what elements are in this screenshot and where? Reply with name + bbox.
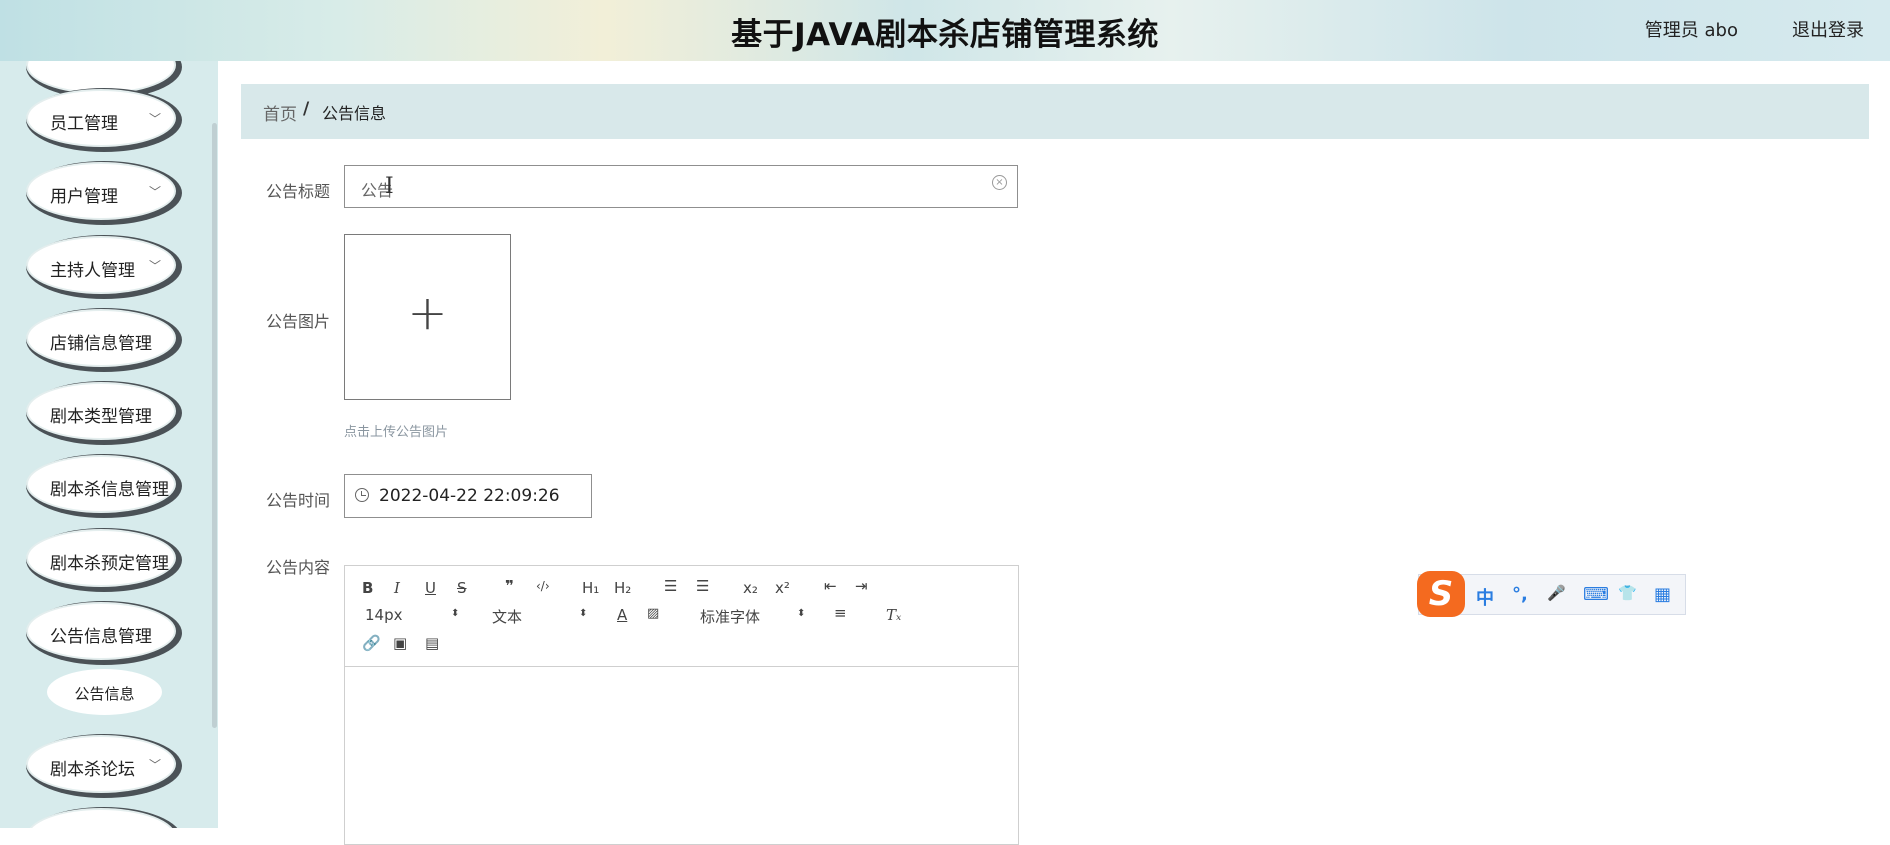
sidebar-item-staff[interactable]: 员工管理 ﹀: [26, 89, 176, 147]
clock-icon: [355, 488, 369, 502]
microphone-icon[interactable]: 🎤: [1547, 584, 1566, 602]
select-arrows-icon: ⬍: [579, 608, 588, 619]
sidebar-item-label: 店铺信息管理: [50, 334, 152, 354]
heading1-icon[interactable]: H₁: [582, 579, 599, 597]
chevron-down-icon: ﹀: [149, 185, 162, 199]
sidebar-scrollbar[interactable]: [212, 123, 217, 728]
editor-toolbar: B I U S ❞ ‹/› H₁ H₂ ☰ ☰ x₂ x² ⇤ ⇥ 14px ⬍…: [345, 566, 1018, 667]
video-icon[interactable]: ▤: [425, 634, 439, 652]
sidebar-item-label: 剧本杀论坛: [50, 760, 135, 780]
font-family-select[interactable]: 标准字体 ⬍: [700, 606, 805, 627]
code-icon[interactable]: ‹/›: [536, 579, 550, 593]
sidebar-item-label: 用户管理: [50, 187, 118, 207]
image-icon[interactable]: ▣: [393, 634, 407, 652]
logout-link[interactable]: 退出登录: [1792, 16, 1864, 42]
header-select-value: 文本: [492, 608, 523, 626]
bullet-list-icon[interactable]: ☰: [696, 577, 709, 595]
breadcrumb: 首页 / 公告信息: [241, 84, 1869, 139]
chevron-down-icon: ﹀: [149, 112, 162, 126]
heading2-icon[interactable]: H₂: [614, 579, 631, 597]
sidebar-subitem-label: 公告信息: [74, 685, 135, 703]
time-picker[interactable]: 2022-04-22 22:09:26: [344, 474, 592, 518]
underline-icon[interactable]: U: [425, 579, 436, 597]
link-icon[interactable]: 🔗: [362, 634, 381, 652]
title-input[interactable]: 公告 I ×: [344, 165, 1018, 208]
outdent-icon[interactable]: ⇤: [824, 577, 837, 595]
title-label: 公告标题: [266, 182, 331, 201]
toolbox-icon[interactable]: ▦: [1654, 584, 1671, 605]
content-label: 公告内容: [266, 558, 331, 577]
breadcrumb-home[interactable]: 首页: [263, 100, 297, 125]
app-title: 基于JAVA剧本杀店铺管理系统: [731, 17, 1159, 53]
superscript-icon[interactable]: x²: [775, 579, 790, 597]
sidebar-item-label: 剧本类型管理: [50, 407, 152, 427]
select-arrows-icon: ⬍: [797, 608, 806, 619]
time-picker-value: 2022-04-22 22:09:26: [379, 486, 560, 506]
ime-toolbar: S 中 °, 🎤 ⌨ 👕 ▦: [1417, 571, 1686, 617]
sidebar-item-users[interactable]: 用户管理 ﹀: [26, 162, 176, 220]
image-upload-hint: 点击上传公告图片: [344, 425, 449, 440]
sidebar-item-label: 公告信息管理: [50, 627, 152, 647]
sidebar-item-script-types[interactable]: 剧本类型管理: [26, 382, 176, 440]
sogou-logo-icon: S: [1417, 571, 1465, 617]
align-icon[interactable]: ≡: [834, 604, 847, 622]
chevron-down-icon: ﹀: [149, 758, 162, 772]
sidebar-item-reservations[interactable]: 剧本杀预定管理: [26, 529, 176, 587]
clear-format-icon[interactable]: Tₓ: [886, 606, 901, 624]
chevron-down-icon: ﹀: [149, 259, 162, 273]
select-arrows-icon: ⬍: [451, 608, 460, 619]
punctuation-icon[interactable]: °,: [1512, 584, 1528, 605]
header-bar: 基于JAVA剧本杀店铺管理系统 管理员 abo 退出登录: [0, 0, 1890, 61]
font-size-value: 14px: [365, 606, 403, 624]
sidebar-item-label: 主持人管理: [50, 261, 135, 281]
image-upload[interactable]: +: [344, 234, 511, 400]
sidebar-subitem-announcement-info[interactable]: 公告信息: [47, 669, 162, 715]
breadcrumb-separator: /: [303, 99, 310, 119]
background-color-icon[interactable]: ▨: [647, 606, 659, 621]
breadcrumb-current: 公告信息: [322, 104, 387, 123]
strikethrough-icon[interactable]: S: [457, 579, 467, 597]
skin-icon[interactable]: 👕: [1618, 584, 1637, 602]
sidebar-item-partial-bottom[interactable]: [26, 808, 176, 828]
bold-icon[interactable]: B: [362, 579, 373, 597]
font-size-select[interactable]: 14px ⬍: [365, 606, 459, 624]
italic-icon[interactable]: I: [394, 579, 400, 597]
subscript-icon[interactable]: x₂: [743, 579, 758, 597]
image-label: 公告图片: [266, 312, 331, 331]
text-cursor-icon: I: [385, 174, 394, 199]
font-family-value: 标准字体: [700, 608, 761, 626]
sidebar-item-hosts[interactable]: 主持人管理 ﹀: [26, 236, 176, 294]
clear-icon[interactable]: ×: [992, 175, 1007, 190]
ordered-list-icon[interactable]: ☰: [664, 577, 677, 595]
sidebar-item-store-info[interactable]: 店铺信息管理: [26, 309, 176, 367]
chinese-mode-icon[interactable]: 中: [1476, 584, 1494, 610]
font-color-icon[interactable]: A: [617, 606, 627, 624]
sidebar-item-label: 员工管理: [50, 114, 118, 134]
sidebar-item-label: 剧本杀预定管理: [50, 554, 169, 574]
sidebar-item-scripts[interactable]: 剧本杀信息管理: [26, 455, 176, 513]
rich-text-editor[interactable]: B I U S ❞ ‹/› H₁ H₂ ☰ ☰ x₂ x² ⇤ ⇥ 14px ⬍…: [344, 565, 1019, 845]
sidebar-item-label: 剧本杀信息管理: [50, 480, 169, 500]
plus-icon: +: [407, 285, 448, 341]
indent-icon[interactable]: ⇥: [855, 577, 868, 595]
sidebar-item-announcements[interactable]: 公告信息管理: [26, 602, 176, 660]
sidebar: 员工管理 ﹀ 用户管理 ﹀ 主持人管理 ﹀ 店铺信息管理 剧本类型管理 剧本杀信…: [0, 61, 218, 828]
sidebar-item-forum[interactable]: 剧本杀论坛 ﹀: [26, 735, 176, 793]
header-select[interactable]: 文本 ⬍: [492, 606, 587, 627]
keyboard-icon[interactable]: ⌨: [1583, 584, 1609, 605]
time-label: 公告时间: [266, 491, 331, 510]
current-user: 管理员 abo: [1644, 20, 1738, 41]
blockquote-icon[interactable]: ❞: [505, 577, 514, 595]
